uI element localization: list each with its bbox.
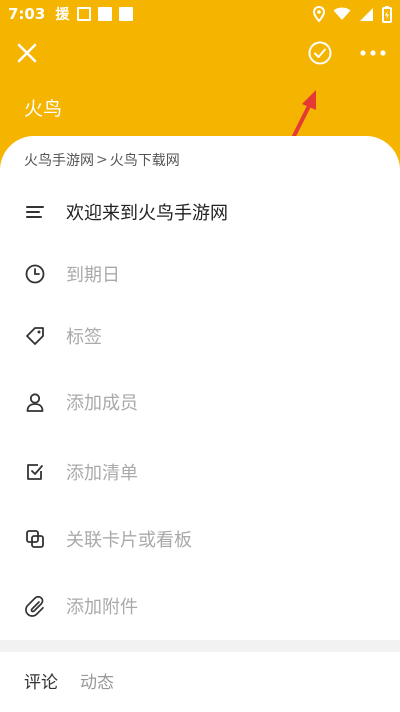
menu-item-label: 关联卡片或看板 bbox=[66, 530, 192, 551]
card-header: 火鸟 bbox=[0, 28, 400, 156]
menu-item-label: 添加成员 bbox=[66, 393, 138, 414]
activity-tabs: 评论 动态 bbox=[0, 658, 400, 702]
menu-item-checklist[interactable]: 添加清单 bbox=[0, 450, 400, 494]
wifi-icon bbox=[333, 7, 351, 20]
more-options-icon[interactable] bbox=[358, 42, 388, 64]
close-icon[interactable] bbox=[14, 40, 40, 66]
checklist-icon bbox=[27, 464, 43, 480]
breadcrumb-list[interactable]: 火鸟下载网 bbox=[110, 150, 180, 170]
menu-item-tags[interactable]: 标签 bbox=[0, 314, 400, 358]
notification-square-icon bbox=[98, 7, 113, 21]
location-icon bbox=[313, 6, 325, 22]
tab-activity[interactable]: 动态 bbox=[80, 668, 114, 693]
menu-item-label: 添加清单 bbox=[66, 463, 138, 484]
notification-square-icon-2 bbox=[119, 7, 134, 21]
complete-check-icon[interactable] bbox=[307, 40, 333, 66]
menu-item-due-date[interactable]: 到期日 bbox=[0, 252, 400, 296]
person-icon bbox=[26, 393, 44, 412]
card-detail-sheet: 火鸟手游网 > 火鸟下载网 欢迎来到火鸟手游网 到期日 标签 添加成员 添加清单… bbox=[0, 136, 400, 712]
menu-item-members[interactable]: 添加成员 bbox=[0, 380, 400, 424]
status-bar: 7:03 援 bbox=[0, 0, 400, 28]
menu-item-description[interactable]: 欢迎来到火鸟手游网 bbox=[0, 190, 400, 234]
app-notification-glyph: 援 bbox=[55, 7, 70, 23]
breadcrumb: 火鸟手游网 > 火鸟下载网 bbox=[24, 150, 180, 170]
menu-item-label: 添加附件 bbox=[66, 597, 138, 618]
tag-icon bbox=[26, 327, 44, 345]
menu-item-attachment[interactable]: 添加附件 bbox=[0, 584, 400, 628]
link-card-icon bbox=[26, 530, 44, 548]
breadcrumb-board[interactable]: 火鸟手游网 bbox=[24, 150, 94, 170]
battery-icon bbox=[382, 5, 392, 23]
menu-item-label: 到期日 bbox=[66, 265, 120, 286]
paperclip-icon bbox=[25, 595, 44, 617]
status-time: 7:03 bbox=[8, 5, 46, 23]
menu-item-label: 标签 bbox=[66, 327, 102, 348]
menu-item-label: 欢迎来到火鸟手游网 bbox=[66, 203, 228, 224]
clock-icon bbox=[25, 264, 45, 284]
description-icon bbox=[26, 206, 44, 218]
menu-item-link-card[interactable]: 关联卡片或看板 bbox=[0, 517, 400, 561]
section-divider bbox=[0, 640, 400, 652]
tab-comments[interactable]: 评论 bbox=[24, 668, 58, 693]
page-title: 火鸟 bbox=[24, 98, 63, 120]
breadcrumb-separator: > bbox=[96, 152, 108, 168]
signal-icon bbox=[360, 7, 373, 21]
notification-a-icon bbox=[77, 7, 92, 21]
